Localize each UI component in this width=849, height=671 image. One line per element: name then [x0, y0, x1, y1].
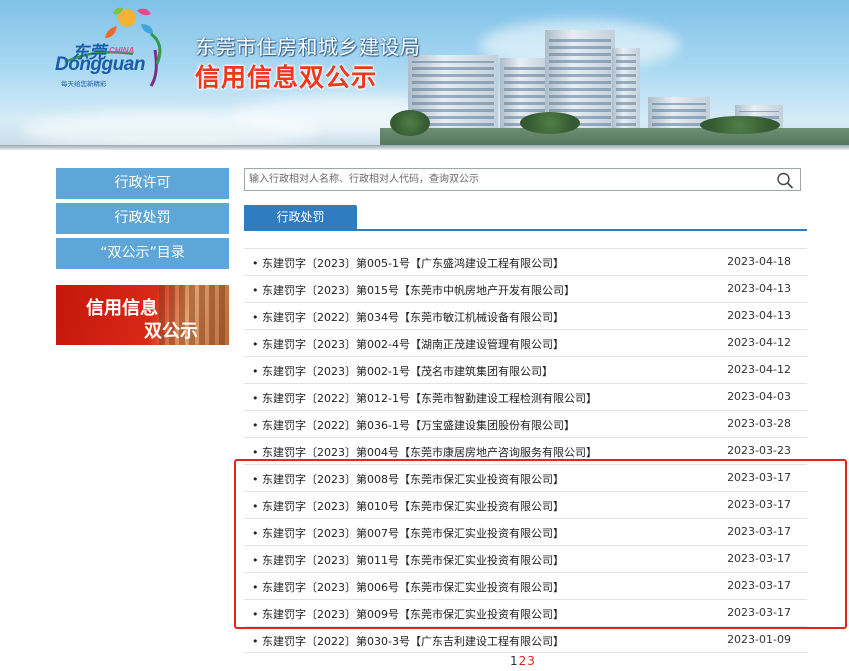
record-date: 2023-03-17	[727, 552, 791, 565]
header-divider	[0, 145, 849, 150]
site-subtitle: 信用信息双公示	[195, 63, 378, 92]
record-date: 2023-04-12	[727, 363, 791, 376]
record-title-link[interactable]: • 东建罚字〔2023〕第007号【东莞市保汇实业投资有限公司】	[252, 525, 564, 541]
sidebar-item-admin-penalty[interactable]: 行政处罚	[56, 203, 229, 234]
page-current: 1	[510, 654, 518, 668]
record-title-link[interactable]: • 东建罚字〔2023〕第015号【东莞市中帆房地产开发有限公司】	[252, 282, 575, 298]
record-title-link[interactable]: • 东建罚字〔2023〕第009号【东莞市保汇实业投资有限公司】	[252, 606, 564, 622]
search-box	[244, 168, 801, 191]
record-date: 2023-04-03	[727, 390, 791, 403]
record-date: 2023-03-17	[727, 606, 791, 619]
tree	[520, 112, 580, 134]
record-title-link[interactable]: • 东建罚字〔2023〕第004号【东莞市康居房地产咨询服务有限公司】	[252, 444, 597, 460]
tree	[700, 116, 780, 134]
sidebar-item-admin-license[interactable]: 行政许可	[56, 168, 229, 199]
record-date: 2023-04-13	[727, 282, 791, 295]
record-title-link[interactable]: • 东建罚字〔2023〕第006号【东莞市保汇实业投资有限公司】	[252, 579, 564, 595]
list-item[interactable]: • 东建罚字〔2023〕第002-4号【湖南正茂建设管理有限公司】 2023-04…	[244, 329, 807, 356]
tab-admin-penalty[interactable]: 行政处罚	[244, 205, 357, 231]
record-list: • 东建罚字〔2023〕第005-1号【广东盛鸿建设工程有限公司】 2023-04…	[244, 248, 807, 653]
record-title-link[interactable]: • 东建罚字〔2022〕第034号【东莞市敏江机械设备有限公司】	[252, 309, 564, 325]
list-item[interactable]: • 东建罚字〔2023〕第015号【东莞市中帆房地产开发有限公司】 2023-04…	[244, 275, 807, 302]
list-item[interactable]: • 东建罚字〔2023〕第004号【东莞市康居房地产咨询服务有限公司】 2023-…	[244, 437, 807, 464]
list-item[interactable]: • 东建罚字〔2022〕第036-1号【万宝盛建设集团股份有限公司】 2023-0…	[244, 410, 807, 437]
record-date: 2023-03-17	[727, 498, 791, 511]
record-date: 2023-01-09	[727, 633, 791, 646]
record-title-link[interactable]: • 东建罚字〔2023〕第002-1号【茂名市建筑集团有限公司】	[252, 363, 553, 379]
record-title-link[interactable]: • 东建罚字〔2023〕第011号【东莞市保汇实业投资有限公司】	[252, 552, 564, 568]
record-title-link[interactable]: • 东建罚字〔2022〕第036-1号【万宝盛建设集团股份有限公司】	[252, 417, 575, 433]
city-logo: 东莞 CHINA Dongguan 每天给您新精彩	[55, 4, 187, 90]
search-icon[interactable]	[776, 172, 794, 189]
record-title-link[interactable]: • 东建罚字〔2023〕第010号【东莞市保汇实业投资有限公司】	[252, 498, 564, 514]
list-item[interactable]: • 东建罚字〔2022〕第034号【东莞市敏江机械设备有限公司】 2023-04-…	[244, 302, 807, 329]
list-item[interactable]: • 东建罚字〔2023〕第007号【东莞市保汇实业投资有限公司】 2023-03-…	[244, 518, 807, 545]
list-item[interactable]: • 东建罚字〔2023〕第009号【东莞市保汇实业投资有限公司】 2023-03-…	[244, 599, 807, 626]
record-date: 2023-04-18	[727, 255, 791, 268]
record-title-link[interactable]: • 东建罚字〔2023〕第005-1号【广东盛鸿建设工程有限公司】	[252, 255, 564, 271]
record-date: 2023-03-28	[727, 417, 791, 430]
search-input[interactable]	[249, 171, 769, 188]
site-title: 东莞市住房和城乡建设局	[195, 35, 421, 59]
record-title-link[interactable]: • 东建罚字〔2023〕第008号【东莞市保汇实业投资有限公司】	[252, 471, 564, 487]
list-item[interactable]: • 东建罚字〔2023〕第008号【东莞市保汇实业投资有限公司】 2023-03-…	[244, 464, 807, 491]
list-item[interactable]: • 东建罚字〔2022〕第030-3号【广东吉利建设工程有限公司】 2023-01…	[244, 626, 807, 653]
list-item[interactable]: • 东建罚字〔2023〕第010号【东莞市保汇实业投资有限公司】 2023-03-…	[244, 491, 807, 518]
page-link[interactable]: 3	[527, 654, 535, 668]
logo-en: Dongguan	[55, 54, 145, 75]
record-date: 2023-03-17	[727, 579, 791, 592]
tree	[390, 110, 430, 136]
record-date: 2023-03-17	[727, 525, 791, 538]
page-link[interactable]: 2	[519, 654, 527, 668]
promo-banner[interactable]: 信用信息 双公示	[56, 285, 229, 345]
list-item[interactable]: • 东建罚字〔2023〕第006号【东莞市保汇实业投资有限公司】 2023-03-…	[244, 572, 807, 599]
list-item[interactable]: • 东建罚字〔2022〕第012-1号【东莞市智勤建设工程检测有限公司】 2023…	[244, 383, 807, 410]
site-header: 东莞 CHINA Dongguan 每天给您新精彩 东莞市住房和城乡建设局 信用…	[0, 0, 849, 150]
record-title-link[interactable]: • 东建罚字〔2022〕第012-1号【东莞市智勤建设工程检测有限公司】	[252, 390, 597, 406]
record-date: 2023-03-23	[727, 444, 791, 457]
record-title-link[interactable]: • 东建罚字〔2022〕第030-3号【广东吉利建设工程有限公司】	[252, 633, 564, 649]
promo-line2: 双公示	[144, 321, 198, 342]
record-title-link[interactable]: • 东建罚字〔2023〕第002-4号【湖南正茂建设管理有限公司】	[252, 336, 564, 352]
building	[612, 48, 640, 130]
sidebar-item-catalog[interactable]: “双公示”目录	[56, 238, 229, 269]
logo-slogan: 每天给您新精彩	[61, 81, 107, 88]
record-date: 2023-03-17	[727, 471, 791, 484]
pagination: 123	[510, 654, 536, 668]
record-date: 2023-04-13	[727, 309, 791, 322]
record-date: 2023-04-12	[727, 336, 791, 349]
list-item[interactable]: • 东建罚字〔2023〕第002-1号【茂名市建筑集团有限公司】 2023-04-…	[244, 356, 807, 383]
cloud	[20, 110, 320, 150]
list-item[interactable]: • 东建罚字〔2023〕第005-1号【广东盛鸿建设工程有限公司】 2023-04…	[244, 248, 807, 275]
list-item[interactable]: • 东建罚字〔2023〕第011号【东莞市保汇实业投资有限公司】 2023-03-…	[244, 545, 807, 572]
